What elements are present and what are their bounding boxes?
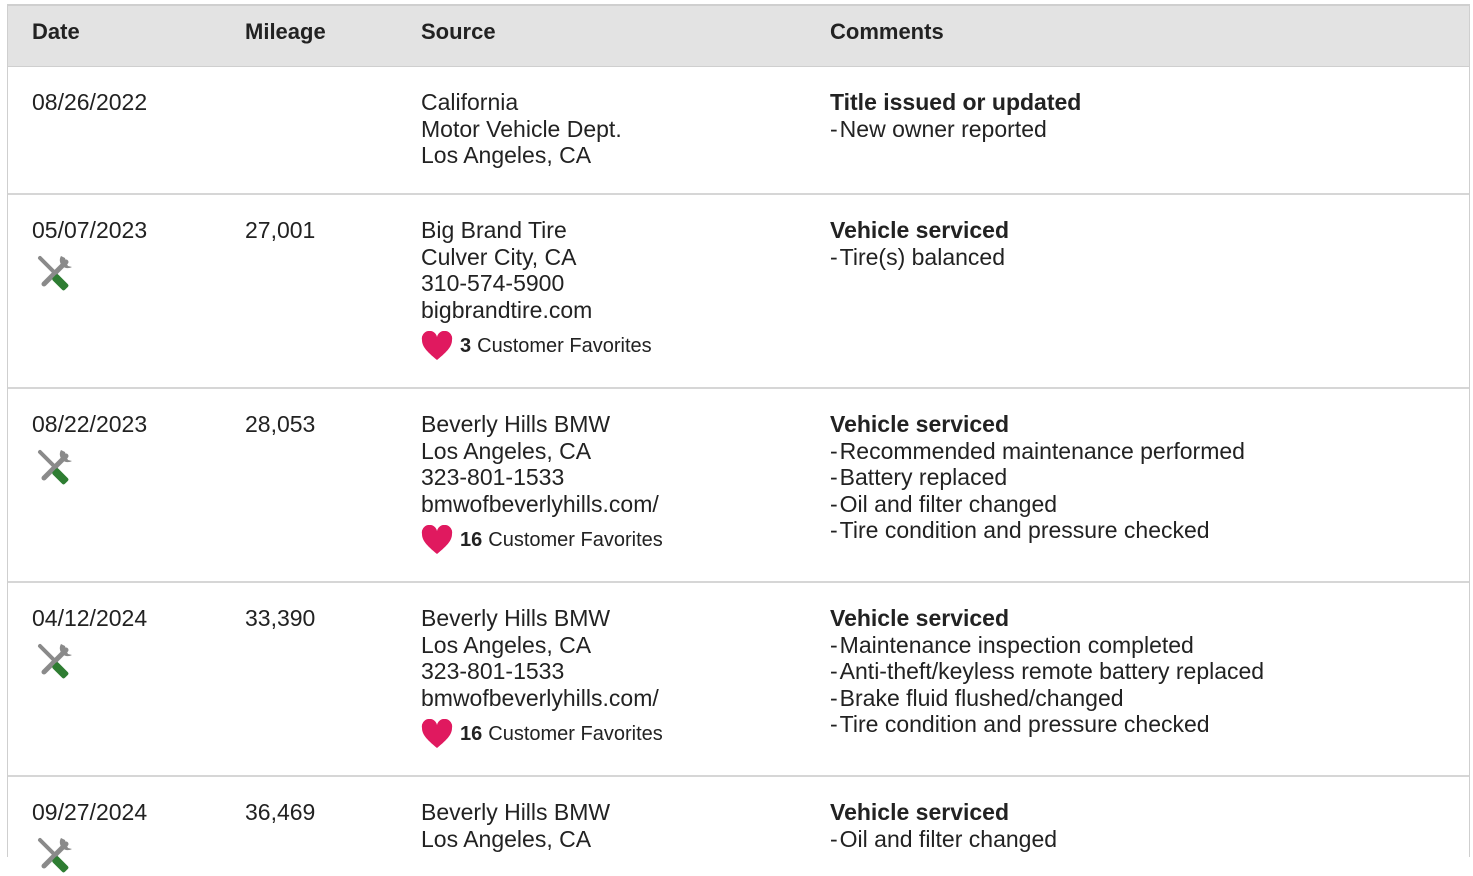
source-name: Beverly Hills BMW: [421, 411, 611, 437]
table-row: 08/26/2022 California Motor Vehicle Dept…: [8, 67, 1469, 195]
row-date-cell: 05/07/2023: [32, 217, 147, 294]
comment-item: Oil and filter changed: [830, 826, 1057, 853]
source-location: Culver City, CA: [421, 243, 577, 270]
source-website-link[interactable]: bmwofbeverlyhills.com/: [421, 685, 663, 712]
row-comments: Vehicle serviced Oil and filter changed: [830, 799, 1057, 852]
source-website-link[interactable]: bigbrandtire.com: [421, 297, 652, 324]
row-source: Beverly Hills BMW Los Angeles, CA: [421, 799, 610, 852]
source-line: Motor Vehicle Dept.: [421, 115, 622, 142]
row-comments: Vehicle serviced Recommended maintenance…: [830, 411, 1245, 544]
comment-item: Maintenance inspection completed: [830, 632, 1264, 659]
vehicle-history-table: Date Mileage Source Comments 08/26/2022 …: [7, 4, 1470, 872]
source-phone[interactable]: 323-801-1533: [421, 464, 663, 491]
row-date: 08/26/2022: [32, 89, 148, 115]
row-source: Big Brand Tire Culver City, CA 310-574-5…: [421, 217, 652, 361]
customer-favorites[interactable]: 16 Customer Favorites: [421, 719, 663, 749]
header-comments: Comments: [830, 19, 944, 44]
table-row: 09/27/2024 36,469 Beverly Hills BMW Los …: [8, 777, 1469, 872]
comment-title: Vehicle serviced: [830, 217, 1010, 243]
source-location: Los Angeles, CA: [421, 142, 592, 168]
row-mileage: 36,469: [245, 799, 316, 825]
row-comments: Title issued or updated New owner report…: [830, 89, 1081, 142]
comment-item: Battery replaced: [830, 464, 1245, 491]
favorites-count: 16: [460, 528, 483, 551]
source-phone[interactable]: 323-801-1533: [421, 658, 663, 685]
comment-title: Vehicle serviced: [830, 411, 1010, 437]
source-location: Los Angeles, CA: [421, 631, 592, 658]
favorites-label: Customer Favorites: [488, 528, 663, 551]
table-row: 05/07/2023 27,001 Big Brand Tire Culver …: [8, 195, 1469, 389]
source-name: Big Brand Tire: [421, 217, 567, 243]
row-mileage: 27,001: [245, 217, 316, 243]
row-date: 08/22/2023: [32, 411, 148, 437]
row-date: 04/12/2024: [32, 605, 148, 631]
source-phone[interactable]: 310-574-5900: [421, 270, 652, 297]
comment-item: Oil and filter changed: [830, 491, 1245, 518]
row-comments: Vehicle serviced Maintenance inspection …: [830, 605, 1264, 738]
row-date: 05/07/2023: [32, 217, 148, 243]
service-tools-icon: [38, 643, 72, 678]
source-website-link[interactable]: bmwofbeverlyhills.com/: [421, 491, 663, 518]
comment-item: Tire condition and pressure checked: [830, 711, 1264, 738]
service-tools-icon: [38, 449, 72, 484]
row-date-cell: 08/22/2023: [32, 411, 147, 488]
header-mileage: Mileage: [245, 19, 326, 44]
table-header: Date Mileage Source Comments: [8, 6, 1469, 67]
service-tools-icon: [38, 837, 72, 872]
source-name: Beverly Hills BMW: [421, 799, 611, 825]
table-row: 04/12/2024 33,390 Beverly Hills BMW Los …: [8, 583, 1469, 777]
comment-title: Title issued or updated: [830, 89, 1082, 115]
favorites-count: 3: [460, 334, 472, 357]
comment-title: Vehicle serviced: [830, 605, 1010, 631]
row-date: 09/27/2024: [32, 799, 148, 825]
comment-item: Tire(s) balanced: [830, 244, 1009, 271]
favorites-count: 16: [460, 722, 483, 745]
table-row: 08/22/2023 28,053 Beverly Hills BMW Los …: [8, 389, 1469, 583]
heart-icon: [421, 525, 453, 554]
row-source: Beverly Hills BMW Los Angeles, CA 323-80…: [421, 411, 663, 555]
row-source: California Motor Vehicle Dept. Los Angel…: [421, 89, 622, 169]
comment-item: Anti-theft/keyless remote battery replac…: [830, 658, 1264, 685]
comment-item: Brake fluid flushed/changed: [830, 685, 1264, 712]
source-name: California: [421, 89, 519, 115]
source-location: Los Angeles, CA: [421, 825, 592, 852]
heart-icon: [421, 331, 453, 360]
header-date: Date: [32, 19, 80, 44]
row-mileage: 28,053: [245, 411, 316, 437]
favorites-label: Customer Favorites: [488, 722, 663, 745]
row-date-cell: 09/27/2024: [32, 799, 147, 876]
heart-icon: [421, 719, 453, 748]
comment-title: Vehicle serviced: [830, 799, 1010, 825]
service-tools-icon: [38, 255, 72, 290]
comment-item: Tire condition and pressure checked: [830, 517, 1245, 544]
comment-item: New owner reported: [830, 116, 1081, 143]
row-date-cell: 04/12/2024: [32, 605, 147, 682]
favorites-label: Customer Favorites: [477, 334, 652, 357]
comment-item: Recommended maintenance performed: [830, 438, 1245, 465]
row-comments: Vehicle serviced Tire(s) balanced: [830, 217, 1009, 270]
row-mileage: 33,390: [245, 605, 316, 631]
customer-favorites[interactable]: 16 Customer Favorites: [421, 525, 663, 555]
header-source: Source: [421, 19, 496, 44]
source-location: Los Angeles, CA: [421, 437, 592, 464]
source-name: Beverly Hills BMW: [421, 605, 611, 631]
row-source: Beverly Hills BMW Los Angeles, CA 323-80…: [421, 605, 663, 749]
customer-favorites[interactable]: 3 Customer Favorites: [421, 331, 652, 361]
